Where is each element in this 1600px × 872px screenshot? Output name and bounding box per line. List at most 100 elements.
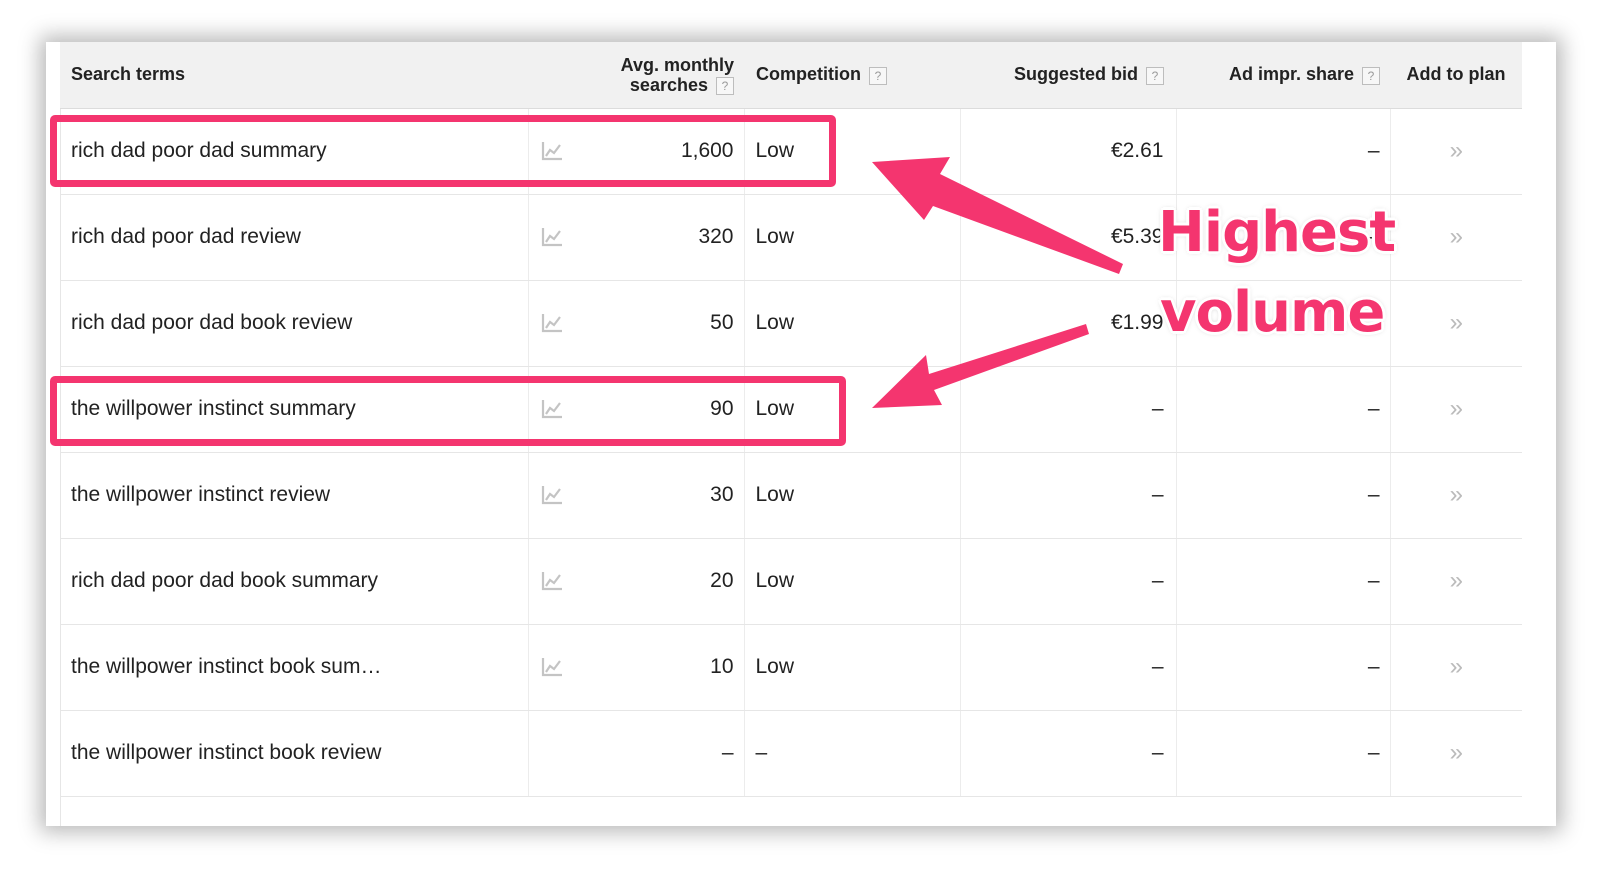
competition: Low — [744, 280, 961, 367]
avg-monthly-searches: 30 — [608, 452, 745, 539]
avg-monthly-searches: 10 — [608, 624, 745, 711]
trend-chart-icon[interactable] — [541, 399, 609, 419]
add-to-plan-button[interactable]: » — [1390, 624, 1522, 711]
avg-monthly-searches: 50 — [608, 280, 745, 367]
search-term[interactable]: rich dad poor dad review — [60, 194, 529, 281]
trend-cell[interactable] — [528, 366, 609, 453]
table-row[interactable]: the willpower instinct review 30 Low – –» — [60, 452, 1522, 539]
search-term-label: rich dad poor dad summary — [71, 139, 327, 162]
trend-cell[interactable] — [528, 624, 609, 711]
table-row[interactable]: rich dad poor dad book summary 20 Low – –» — [60, 538, 1522, 625]
double-chevron-right-icon[interactable]: » — [1450, 481, 1463, 508]
suggested-bid: – — [960, 538, 1177, 625]
competition: Low — [744, 108, 961, 195]
help-icon[interactable]: ? — [1146, 66, 1164, 85]
add-to-plan-button[interactable]: » — [1390, 538, 1522, 625]
header-ad-impr-share-label: Ad impr. share — [1228, 64, 1354, 85]
avg-monthly-searches: – — [608, 710, 745, 797]
ad-impr-share: – — [1176, 366, 1391, 453]
search-term-label: the willpower instinct book review — [71, 741, 382, 764]
suggested-bid: €1.99 — [960, 280, 1177, 367]
search-term[interactable]: the willpower instinct review — [60, 452, 529, 539]
competition: Low — [744, 194, 961, 281]
search-term[interactable]: the willpower instinct summary — [60, 366, 529, 453]
double-chevron-right-icon[interactable]: » — [1450, 223, 1463, 250]
ad-impr-share: – — [1176, 710, 1391, 797]
suggested-bid: – — [960, 710, 1177, 797]
ad-impr-share: – — [1176, 538, 1391, 625]
search-term-label: the willpower instinct review — [71, 483, 331, 506]
header-competition-label: Competition — [756, 64, 861, 85]
trend-chart-icon[interactable] — [541, 485, 609, 505]
add-to-plan-button[interactable]: » — [1390, 194, 1522, 281]
avg-monthly-searches: 1,600 — [608, 108, 745, 195]
annotation-volume: volume — [1160, 280, 1385, 345]
add-to-plan-button[interactable]: » — [1390, 710, 1522, 797]
header-ad-impr-share[interactable]: Ad impr. share? — [1176, 42, 1390, 109]
double-chevron-right-icon[interactable]: » — [1450, 395, 1463, 422]
ad-impr-share: – — [1176, 452, 1391, 539]
trend-cell — [528, 710, 608, 797]
trend-cell[interactable] — [528, 538, 609, 625]
ad-impr-share: – — [1176, 108, 1391, 195]
header-suggested-bid-label: Suggested bid — [1013, 64, 1138, 85]
header-add-to-plan-label: Add to plan — [1406, 64, 1506, 85]
keyword-results-panel: Search terms Avg. monthly searches? Comp… — [46, 42, 1556, 826]
table-row[interactable]: the willpower instinct book sum… 10 Low – –» — [60, 624, 1522, 711]
search-term[interactable]: rich dad poor dad book review — [60, 280, 529, 367]
avg-monthly-searches: 320 — [608, 194, 745, 281]
competition: Low — [744, 366, 961, 453]
trend-cell[interactable] — [528, 108, 609, 195]
trend-cell[interactable] — [528, 452, 609, 539]
help-icon[interactable]: ? — [716, 76, 734, 95]
search-term-label: the willpower instinct summary — [71, 397, 356, 420]
add-to-plan-button[interactable]: » — [1390, 280, 1522, 367]
avg-monthly-searches: 20 — [608, 538, 745, 625]
add-to-plan-button[interactable]: » — [1390, 366, 1522, 453]
trend-chart-icon[interactable] — [541, 313, 609, 333]
header-search-terms-label: Search terms — [71, 64, 186, 85]
trend-chart-icon[interactable] — [541, 657, 609, 677]
trend-chart-icon[interactable] — [541, 141, 609, 161]
double-chevron-right-icon[interactable]: » — [1450, 309, 1463, 336]
help-icon[interactable]: ? — [869, 66, 887, 85]
add-to-plan-button[interactable]: » — [1390, 452, 1522, 539]
double-chevron-right-icon[interactable]: » — [1450, 567, 1463, 594]
add-to-plan-button[interactable]: » — [1390, 108, 1522, 195]
table-row[interactable]: the willpower instinct summary 90 Low – –» — [60, 366, 1522, 453]
table-row[interactable]: the willpower instinct book review – – – –» — [60, 710, 1522, 797]
double-chevron-right-icon[interactable]: » — [1450, 137, 1463, 164]
trend-chart-icon[interactable] — [541, 227, 609, 247]
header-search-terms[interactable]: Search terms — [60, 42, 528, 109]
ad-impr-share: – — [1176, 624, 1391, 711]
header-avg-line2: searches — [629, 74, 708, 95]
suggested-bid: – — [960, 366, 1177, 453]
keyword-table: Search terms Avg. monthly searches? Comp… — [60, 42, 1522, 797]
header-add-to-plan: Add to plan — [1390, 42, 1522, 109]
suggested-bid: €5.39 — [960, 194, 1177, 281]
header-avg-line1: Avg. monthly — [620, 54, 734, 75]
header-trend — [528, 42, 608, 109]
table-header-row: Search terms Avg. monthly searches? Comp… — [60, 42, 1522, 109]
search-term[interactable]: the willpower instinct book sum… — [60, 624, 529, 711]
table-row[interactable]: rich dad poor dad summary 1,600 Low €2.61– » — [60, 108, 1522, 195]
annotation-highest: Highest — [1158, 200, 1396, 265]
competition: – — [744, 710, 961, 797]
double-chevron-right-icon[interactable]: » — [1450, 739, 1463, 766]
header-avg-monthly-searches[interactable]: Avg. monthly searches? — [608, 42, 744, 109]
help-icon[interactable]: ? — [1362, 66, 1380, 85]
trend-cell[interactable] — [528, 194, 609, 281]
avg-monthly-searches: 90 — [608, 366, 745, 453]
suggested-bid: – — [960, 624, 1177, 711]
header-suggested-bid[interactable]: Suggested bid? — [960, 42, 1176, 109]
trend-cell[interactable] — [528, 280, 609, 367]
competition: Low — [744, 624, 961, 711]
suggested-bid: – — [960, 452, 1177, 539]
header-competition[interactable]: Competition? — [744, 42, 960, 109]
search-term[interactable]: rich dad poor dad book summary — [60, 538, 529, 625]
double-chevron-right-icon[interactable]: » — [1450, 653, 1463, 680]
search-term[interactable]: rich dad poor dad summary — [60, 108, 529, 195]
search-term[interactable]: the willpower instinct book review — [60, 710, 529, 797]
trend-chart-icon[interactable] — [541, 571, 609, 591]
suggested-bid: €2.61 — [960, 108, 1177, 195]
